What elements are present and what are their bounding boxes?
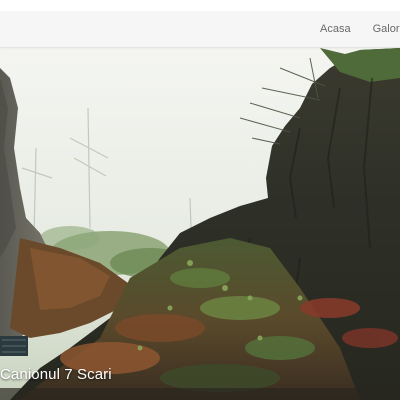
nav-link-galerie[interactable]: Galor: [373, 23, 400, 35]
nav-link-acasa[interactable]: Acasa: [320, 23, 351, 35]
hero-image: [0, 48, 400, 400]
main-nav: Acasa Galor: [320, 11, 400, 47]
page: Acasa Galor Canionul 7 Scari: [0, 0, 400, 400]
hero-caption: Canionul 7 Scari: [0, 366, 112, 383]
canyon-photo: [0, 48, 400, 400]
top-navbar: Acasa Galor: [0, 11, 400, 48]
